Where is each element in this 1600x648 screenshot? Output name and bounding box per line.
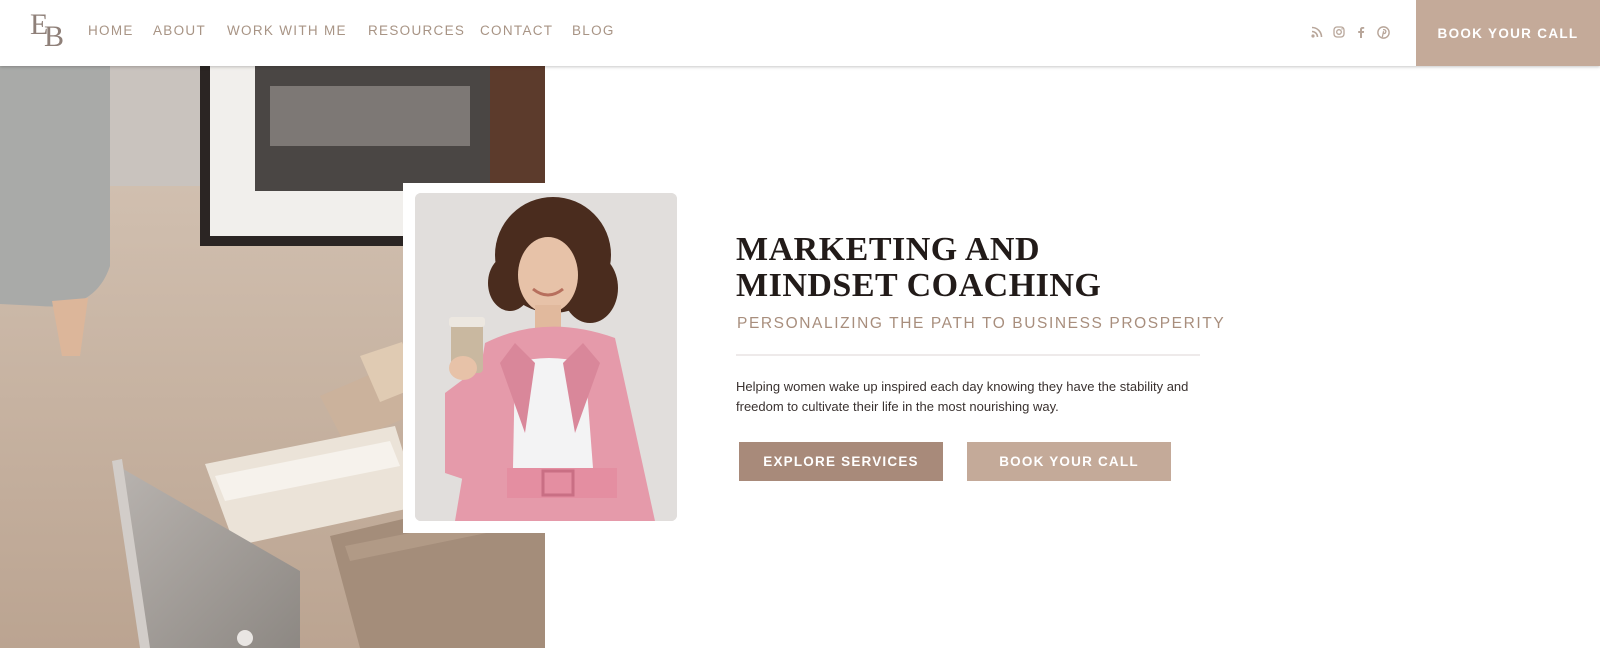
- hero-title-line-2: MINDSET COACHING: [736, 267, 1102, 304]
- logo-letter-b: B: [44, 20, 65, 53]
- brand-logo[interactable]: E B: [28, 8, 68, 54]
- facebook-icon[interactable]: [1353, 24, 1369, 40]
- hero-description: Helping women wake up inspired each day …: [736, 379, 1189, 414]
- hero-book-call-button[interactable]: BOOK YOUR CALL: [967, 442, 1171, 481]
- nav-item-home[interactable]: HOME: [88, 23, 134, 38]
- hero-divider: [736, 354, 1200, 356]
- coach-portrait-illustration: [415, 193, 677, 521]
- explore-services-button[interactable]: EXPLORE SERVICES: [739, 442, 943, 481]
- hero-title: MARKETING AND MINDSET COACHING: [736, 232, 1196, 304]
- hero-subtitle: PERSONALIZING THE PATH TO BUSINESS PROSP…: [737, 315, 1226, 332]
- nav-item-resources[interactable]: RESOURCES: [368, 23, 465, 38]
- hero-title-line-1: MARKETING AND: [736, 231, 1041, 268]
- coach-portrait-photo: [415, 193, 677, 521]
- instagram-icon[interactable]: [1331, 24, 1347, 40]
- nav-item-about[interactable]: ABOUT: [153, 23, 206, 38]
- nav-item-contact[interactable]: CONTACT: [480, 23, 553, 38]
- site-header: E B HOME ABOUT WORK WITH ME RESOURCES CO…: [0, 0, 1600, 66]
- rss-icon[interactable]: [1309, 24, 1325, 40]
- nav-item-blog[interactable]: BLOG: [572, 23, 615, 38]
- pinterest-icon[interactable]: [1375, 24, 1391, 40]
- header-book-call-button[interactable]: BOOK YOUR CALL: [1416, 0, 1600, 66]
- nav-item-work-with-me[interactable]: WORK WITH ME: [227, 23, 347, 38]
- portrait-frame: [403, 183, 683, 533]
